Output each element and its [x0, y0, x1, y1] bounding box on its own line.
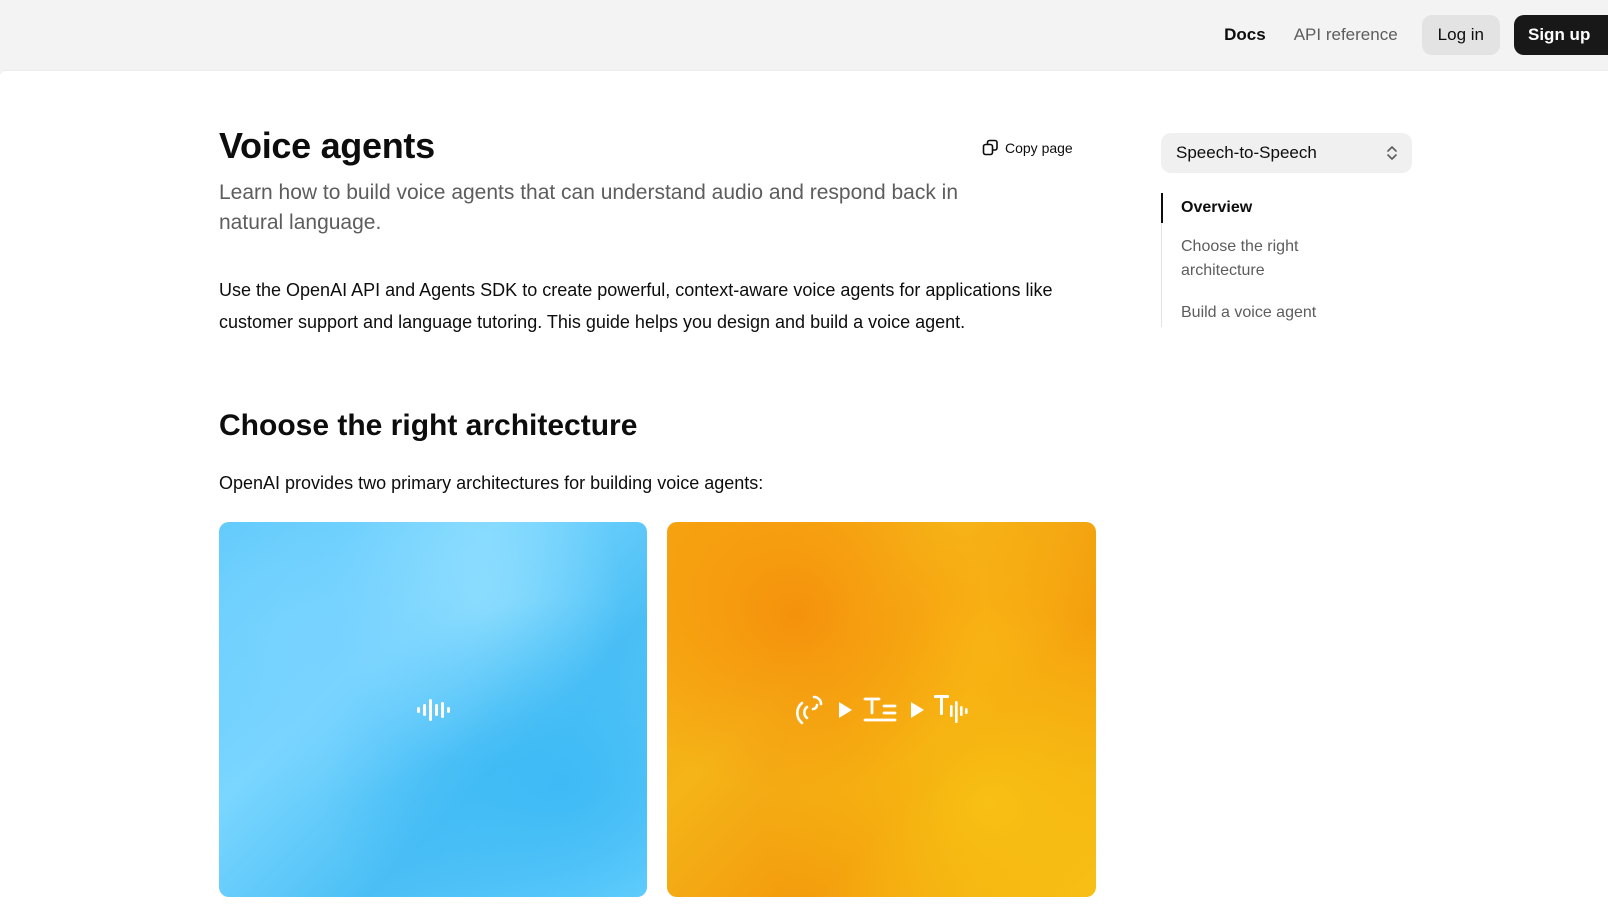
audio-waveform-icon	[417, 698, 450, 721]
speech-to-speech-card[interactable]	[219, 522, 647, 897]
top-bar: Docs API reference Log in Sign up	[0, 0, 1608, 70]
chained-architecture-card[interactable]	[667, 522, 1096, 897]
nav-api-reference-link[interactable]: API reference	[1294, 25, 1398, 45]
page-subtitle: Learn how to build voice agents that can…	[219, 181, 959, 234]
nav-docs-link[interactable]: Docs	[1224, 25, 1266, 45]
page-title: Voice agents	[219, 125, 435, 166]
section-heading: Choose the right architecture	[219, 409, 638, 442]
architecture-select[interactable]: Speech-to-Speech	[1161, 133, 1412, 173]
toc-item-build-voice-agent[interactable]: Build a voice agent	[1162, 301, 1361, 327]
chevron-up-down-icon	[1387, 146, 1397, 160]
architecture-select-value: Speech-to-Speech	[1176, 143, 1317, 162]
section-paragraph: OpenAI provides two primary architecture…	[219, 473, 764, 493]
copy-page-button[interactable]: Copy page	[982, 139, 1073, 156]
main-content: Voice agents Copy page Learn how to buil…	[0, 70, 1608, 913]
text-lines-icon	[863, 697, 896, 721]
text-to-speech-icon	[933, 694, 968, 723]
toc-item-overview[interactable]: Overview	[1161, 193, 1361, 223]
play-arrow-icon	[838, 701, 852, 718]
table-of-contents: Overview Choose the right architecture B…	[1161, 193, 1361, 327]
copy-icon	[982, 139, 998, 156]
toc-item-choose-architecture[interactable]: Choose the right architecture	[1162, 235, 1361, 283]
top-nav: Docs API reference Log in Sign up	[1224, 15, 1608, 55]
play-arrow-icon	[910, 701, 924, 718]
speech-recognition-icon	[795, 695, 822, 724]
copy-page-label: Copy page	[1005, 139, 1073, 156]
signup-button[interactable]: Sign up	[1514, 15, 1608, 55]
login-button[interactable]: Log in	[1421, 15, 1500, 55]
intro-paragraph: Use the OpenAI API and Agents SDK to cre…	[219, 280, 1053, 332]
